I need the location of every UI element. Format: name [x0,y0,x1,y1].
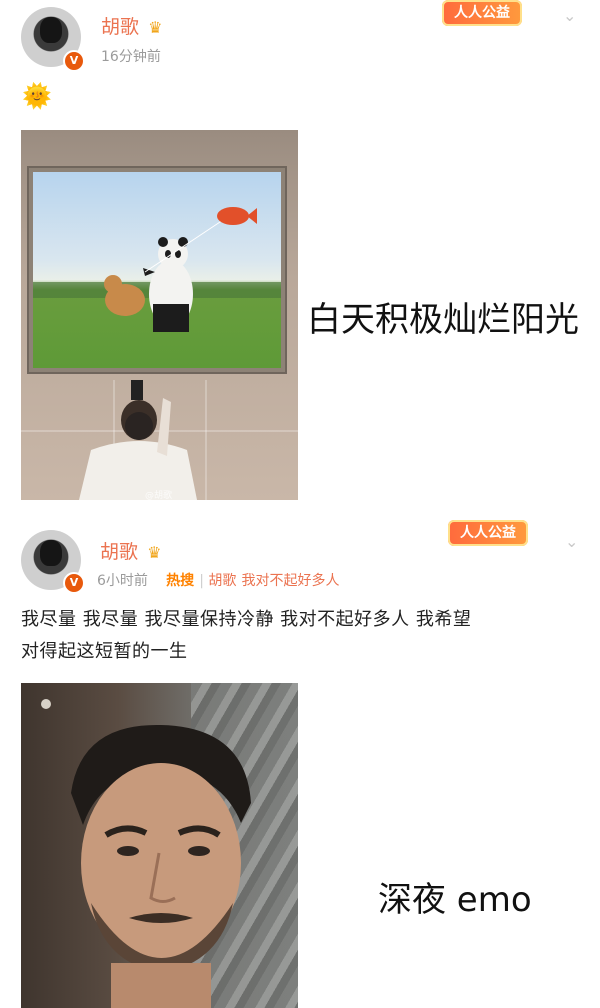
verified-badge: V [63,50,85,72]
person-figure [79,380,197,500]
post-text-line-1: 我尽量 我尽量 我尽量保持冷静 我对不起好多人 我希望 [21,609,472,630]
username[interactable]: 胡歌 [100,541,138,563]
tag-separator: | [199,573,209,589]
panda-painting [33,172,281,368]
verified-badge: V [63,572,85,594]
hot-topic-text[interactable]: 我对不起好多人 [241,573,339,589]
photo-caption: 深夜 emo [378,880,532,920]
username[interactable]: 胡歌 [101,16,139,38]
chevron-down-icon[interactable]: ⌄ [565,532,578,551]
post-photo[interactable] [21,683,298,1008]
selfie-face [71,724,251,1008]
photo-watermark: @胡歌 [145,491,173,500]
panda-illustration [33,207,281,332]
hot-search-tag[interactable]: 热搜 [166,573,194,589]
post-text: 我尽量 我尽量 我尽量保持冷静 我对不起好多人 我希望 对得起这短暂的一生 [21,604,586,668]
post-photo[interactable]: @胡歌 [21,130,298,500]
gongyi-badge[interactable]: 人人公益 [448,520,528,546]
chevron-down-icon[interactable]: ⌄ [563,6,576,25]
crown-icon: ♛ [148,18,163,37]
hot-topic-name[interactable]: 胡歌 [208,573,236,589]
sun-emoji: 🌞 [22,82,52,110]
crown-icon: ♛ [147,543,162,562]
photo-caption: 白天积极灿烂阳光 [307,300,579,340]
post-text-line-2: 对得起这短暂的一生 [21,641,188,662]
post-2: V 胡歌 ♛ 6小时前 热搜 | 胡歌 我对不起好多人 人人公益 ⌄ 我尽量 我… [0,510,600,1008]
painting-frame [29,168,285,372]
post-1: V 胡歌 ♛ 16分钟前 人人公益 ⌄ 🌞 @胡歌 白天积极灿烂阳光 [0,0,600,510]
post-time: 16分钟前 [101,49,161,65]
gongyi-badge[interactable]: 人人公益 [442,0,522,26]
ceiling-light [41,699,51,709]
tile-line [205,380,207,500]
post-time: 6小时前 [97,573,148,589]
